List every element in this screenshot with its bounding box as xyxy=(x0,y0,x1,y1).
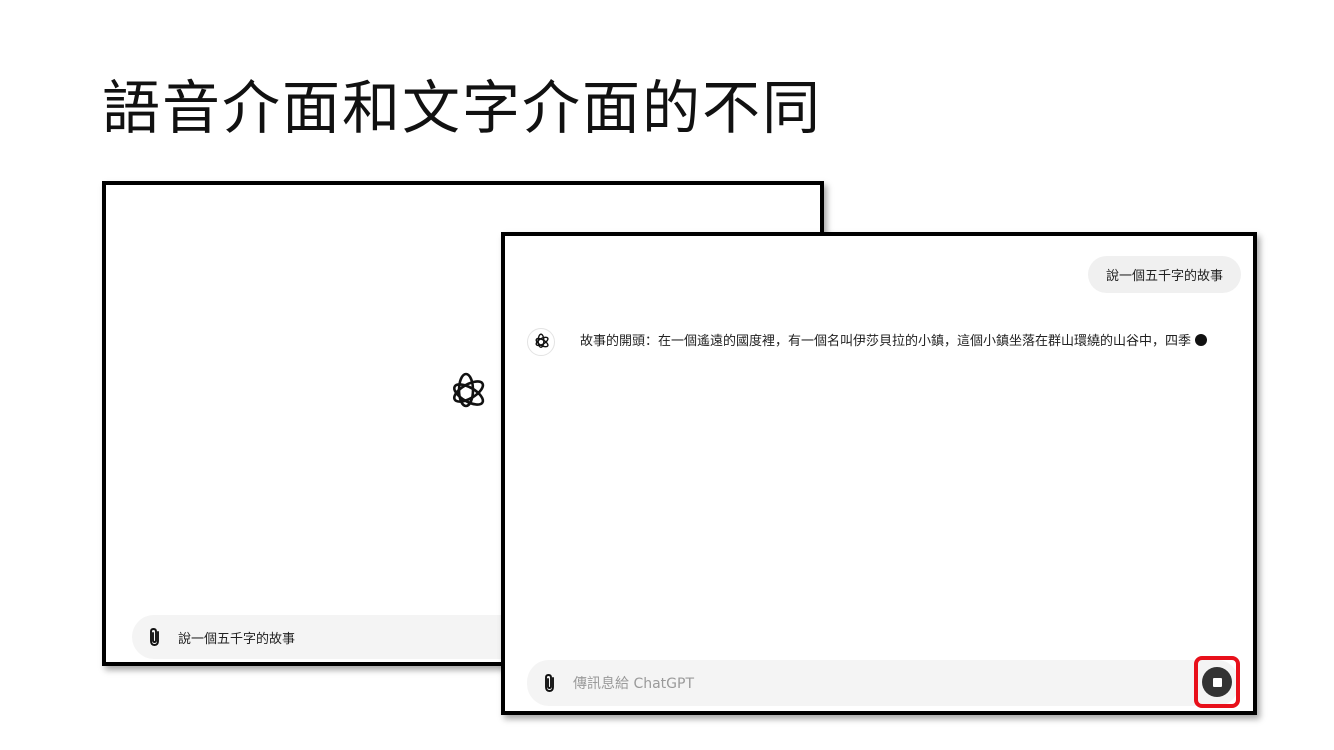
voice-input-bar[interactable]: 說一個五千字的故事 xyxy=(132,615,552,659)
paperclip-icon[interactable] xyxy=(541,673,559,693)
stop-square-icon xyxy=(1212,677,1222,687)
user-message-bubble: 說一個五千字的故事 xyxy=(1087,256,1241,293)
paperclip-icon[interactable] xyxy=(146,627,164,647)
assistant-message: 故事的開頭：在一個遙遠的國度裡，有一個名叫伊莎貝拉的小鎮，這個小鎮坐落在群山環繞… xyxy=(527,328,1227,356)
message-input-bar[interactable]: 傳訊息給 ChatGPT xyxy=(527,660,1239,706)
slide: 語音介面和文字介面的不同 說一個五千字的故事 說一個五千字的故事 故事的開頭：在… xyxy=(0,0,1334,750)
stop-generating-button[interactable] xyxy=(1202,667,1232,697)
assistant-message-content: 故事的開頭：在一個遙遠的國度裡，有一個名叫伊莎貝拉的小鎮，這個小鎮坐落在群山環繞… xyxy=(580,334,1192,349)
slide-title: 語音介面和文字介面的不同 xyxy=(102,74,823,142)
openai-logo-icon xyxy=(453,372,485,408)
text-interface-panel: 說一個五千字的故事 故事的開頭：在一個遙遠的國度裡，有一個名叫伊莎貝拉的小鎮，這… xyxy=(501,232,1257,715)
voice-input-text[interactable]: 說一個五千字的故事 xyxy=(178,628,295,647)
assistant-message-text: 故事的開頭：在一個遙遠的國度裡，有一個名叫伊莎貝拉的小鎮，這個小鎮坐落在群山環繞… xyxy=(580,328,1227,356)
assistant-avatar xyxy=(527,328,555,356)
openai-logo-icon xyxy=(535,333,549,349)
streaming-dot-icon xyxy=(1195,334,1208,346)
stop-button-highlight xyxy=(1194,656,1240,708)
message-input-placeholder[interactable]: 傳訊息給 ChatGPT xyxy=(573,673,694,693)
